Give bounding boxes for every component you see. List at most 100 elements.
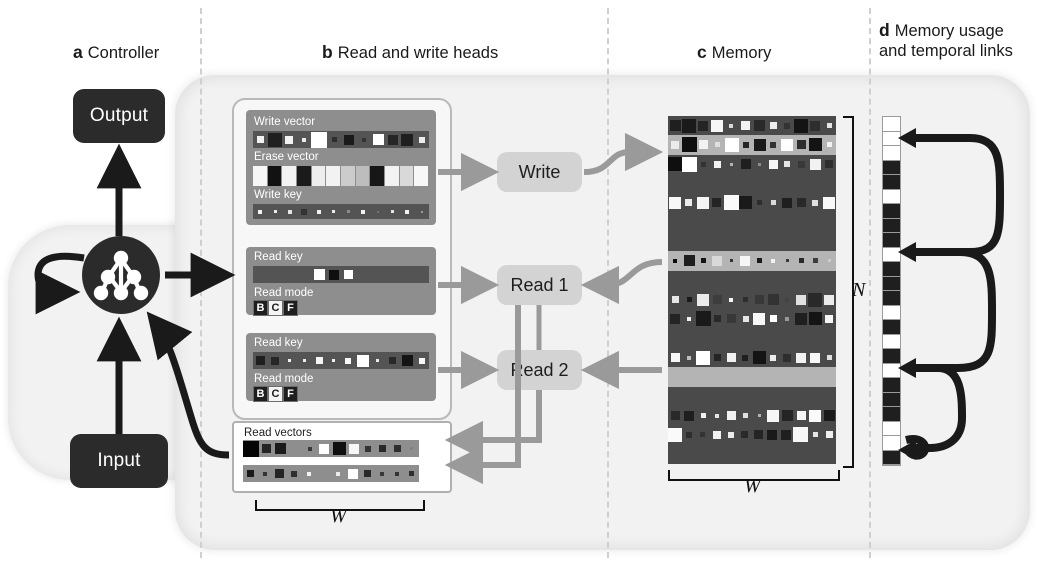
vector-cell bbox=[372, 134, 384, 145]
vector-cell bbox=[263, 471, 267, 476]
memory-square bbox=[712, 430, 721, 439]
read2-mode-chips[interactable]: BCF bbox=[253, 386, 298, 402]
read1-mode-chips[interactable]: BCF bbox=[253, 300, 298, 316]
usage-cell bbox=[883, 262, 900, 277]
vector-cell bbox=[246, 470, 254, 477]
read-vector-2-cell bbox=[302, 465, 317, 482]
write-vector-cell bbox=[400, 131, 415, 148]
memory-square bbox=[742, 413, 748, 419]
read-vector-2-cell bbox=[331, 465, 346, 482]
usage-cell bbox=[883, 363, 900, 378]
memory-row bbox=[668, 387, 836, 406]
memory-square bbox=[700, 413, 706, 419]
memory-cell bbox=[738, 348, 752, 367]
memory-square bbox=[682, 118, 696, 133]
memory-cell bbox=[682, 116, 696, 135]
memory-cell bbox=[794, 251, 808, 270]
controller-node bbox=[82, 236, 160, 314]
read-mode-chip-c[interactable]: C bbox=[268, 386, 283, 402]
read-vector-2-cell bbox=[375, 465, 390, 482]
memory-cell bbox=[682, 290, 696, 309]
memory-square bbox=[670, 411, 680, 421]
memory-row bbox=[668, 135, 836, 155]
panel-title-b: Read and write heads bbox=[337, 44, 499, 62]
usage-cell bbox=[883, 392, 900, 407]
read2-key-cell bbox=[356, 352, 371, 369]
memory-square bbox=[696, 196, 709, 209]
write-key-cell bbox=[341, 204, 356, 219]
read-vector-2-cell bbox=[272, 465, 287, 482]
read2-key-bar bbox=[253, 352, 429, 369]
memory-square bbox=[808, 138, 822, 152]
usage-cell bbox=[883, 117, 900, 132]
read2-key-label: Read key bbox=[254, 337, 303, 349]
usage-cell bbox=[883, 233, 900, 248]
read2-key-cell bbox=[414, 352, 429, 369]
read1-key-cell bbox=[356, 266, 371, 283]
memory-cell bbox=[765, 425, 779, 444]
read-mode-chip-c[interactable]: C bbox=[268, 300, 283, 316]
read-mode-chip-f[interactable]: F bbox=[283, 386, 298, 402]
input-box: Input bbox=[70, 434, 168, 488]
memory-square bbox=[753, 430, 763, 440]
memory-row bbox=[668, 193, 836, 212]
read-vectors-label: Read vectors bbox=[244, 427, 312, 439]
memory-square bbox=[785, 316, 790, 321]
panel-caption-a: a Controller bbox=[73, 42, 159, 63]
vector-cell bbox=[376, 359, 380, 362]
memory-matrix bbox=[668, 116, 836, 464]
memory-row bbox=[668, 251, 836, 271]
memory-cell bbox=[780, 251, 794, 270]
memory-square bbox=[794, 118, 808, 133]
memory-cell bbox=[808, 290, 822, 309]
vector-cell bbox=[267, 132, 282, 147]
read2-key-cell bbox=[400, 352, 415, 369]
memory-cell bbox=[696, 251, 710, 270]
memory-square bbox=[695, 311, 711, 327]
memory-square bbox=[783, 353, 791, 362]
memory-square bbox=[740, 121, 750, 131]
vector-cell bbox=[302, 359, 306, 362]
read1-key-cell bbox=[414, 266, 429, 283]
read1-key-cell bbox=[370, 266, 385, 283]
read-mode-chip-f[interactable]: F bbox=[283, 300, 298, 316]
memory-cell bbox=[808, 116, 822, 135]
vector-cell bbox=[322, 472, 326, 475]
memory-square bbox=[686, 316, 691, 321]
read1-button[interactable]: Read 1 bbox=[497, 265, 582, 305]
memory-usage-column bbox=[882, 116, 901, 466]
memory-cell bbox=[668, 135, 682, 154]
vector-cell bbox=[405, 209, 410, 214]
write-button[interactable]: Write bbox=[497, 152, 582, 192]
memory-cell bbox=[668, 406, 682, 425]
write-key-label: Write key bbox=[254, 189, 302, 201]
read-mode-chip-b[interactable]: B bbox=[253, 300, 268, 316]
memory-cell bbox=[793, 425, 809, 444]
vector-cell bbox=[307, 446, 312, 451]
memory-square bbox=[770, 141, 777, 148]
memory-cell bbox=[753, 135, 767, 154]
write-key-cell bbox=[326, 204, 341, 219]
memory-square bbox=[798, 258, 804, 264]
read-mode-chip-b[interactable]: B bbox=[253, 386, 268, 402]
vector-cell bbox=[291, 470, 298, 477]
usage-cell bbox=[883, 146, 900, 161]
read2-button[interactable]: Read 2 bbox=[497, 350, 582, 390]
memory-cell bbox=[822, 193, 836, 212]
memory-square bbox=[712, 198, 722, 208]
memory-cell bbox=[794, 290, 808, 309]
memory-square bbox=[796, 294, 806, 305]
memory-square bbox=[771, 258, 775, 263]
divider-a-b bbox=[200, 8, 202, 558]
memory-cell bbox=[738, 290, 752, 309]
vector-cell bbox=[255, 356, 265, 365]
memory-square bbox=[785, 297, 789, 302]
memory-square bbox=[686, 297, 692, 303]
read1-key-label: Read key bbox=[254, 251, 303, 263]
usage-cell bbox=[883, 407, 900, 422]
read2-key-cell bbox=[297, 352, 312, 369]
memory-square bbox=[756, 258, 762, 264]
write-head-card: Write vector Erase vector Write key bbox=[246, 110, 436, 225]
read-vector-row-2 bbox=[243, 465, 419, 482]
memory-square bbox=[685, 431, 692, 438]
